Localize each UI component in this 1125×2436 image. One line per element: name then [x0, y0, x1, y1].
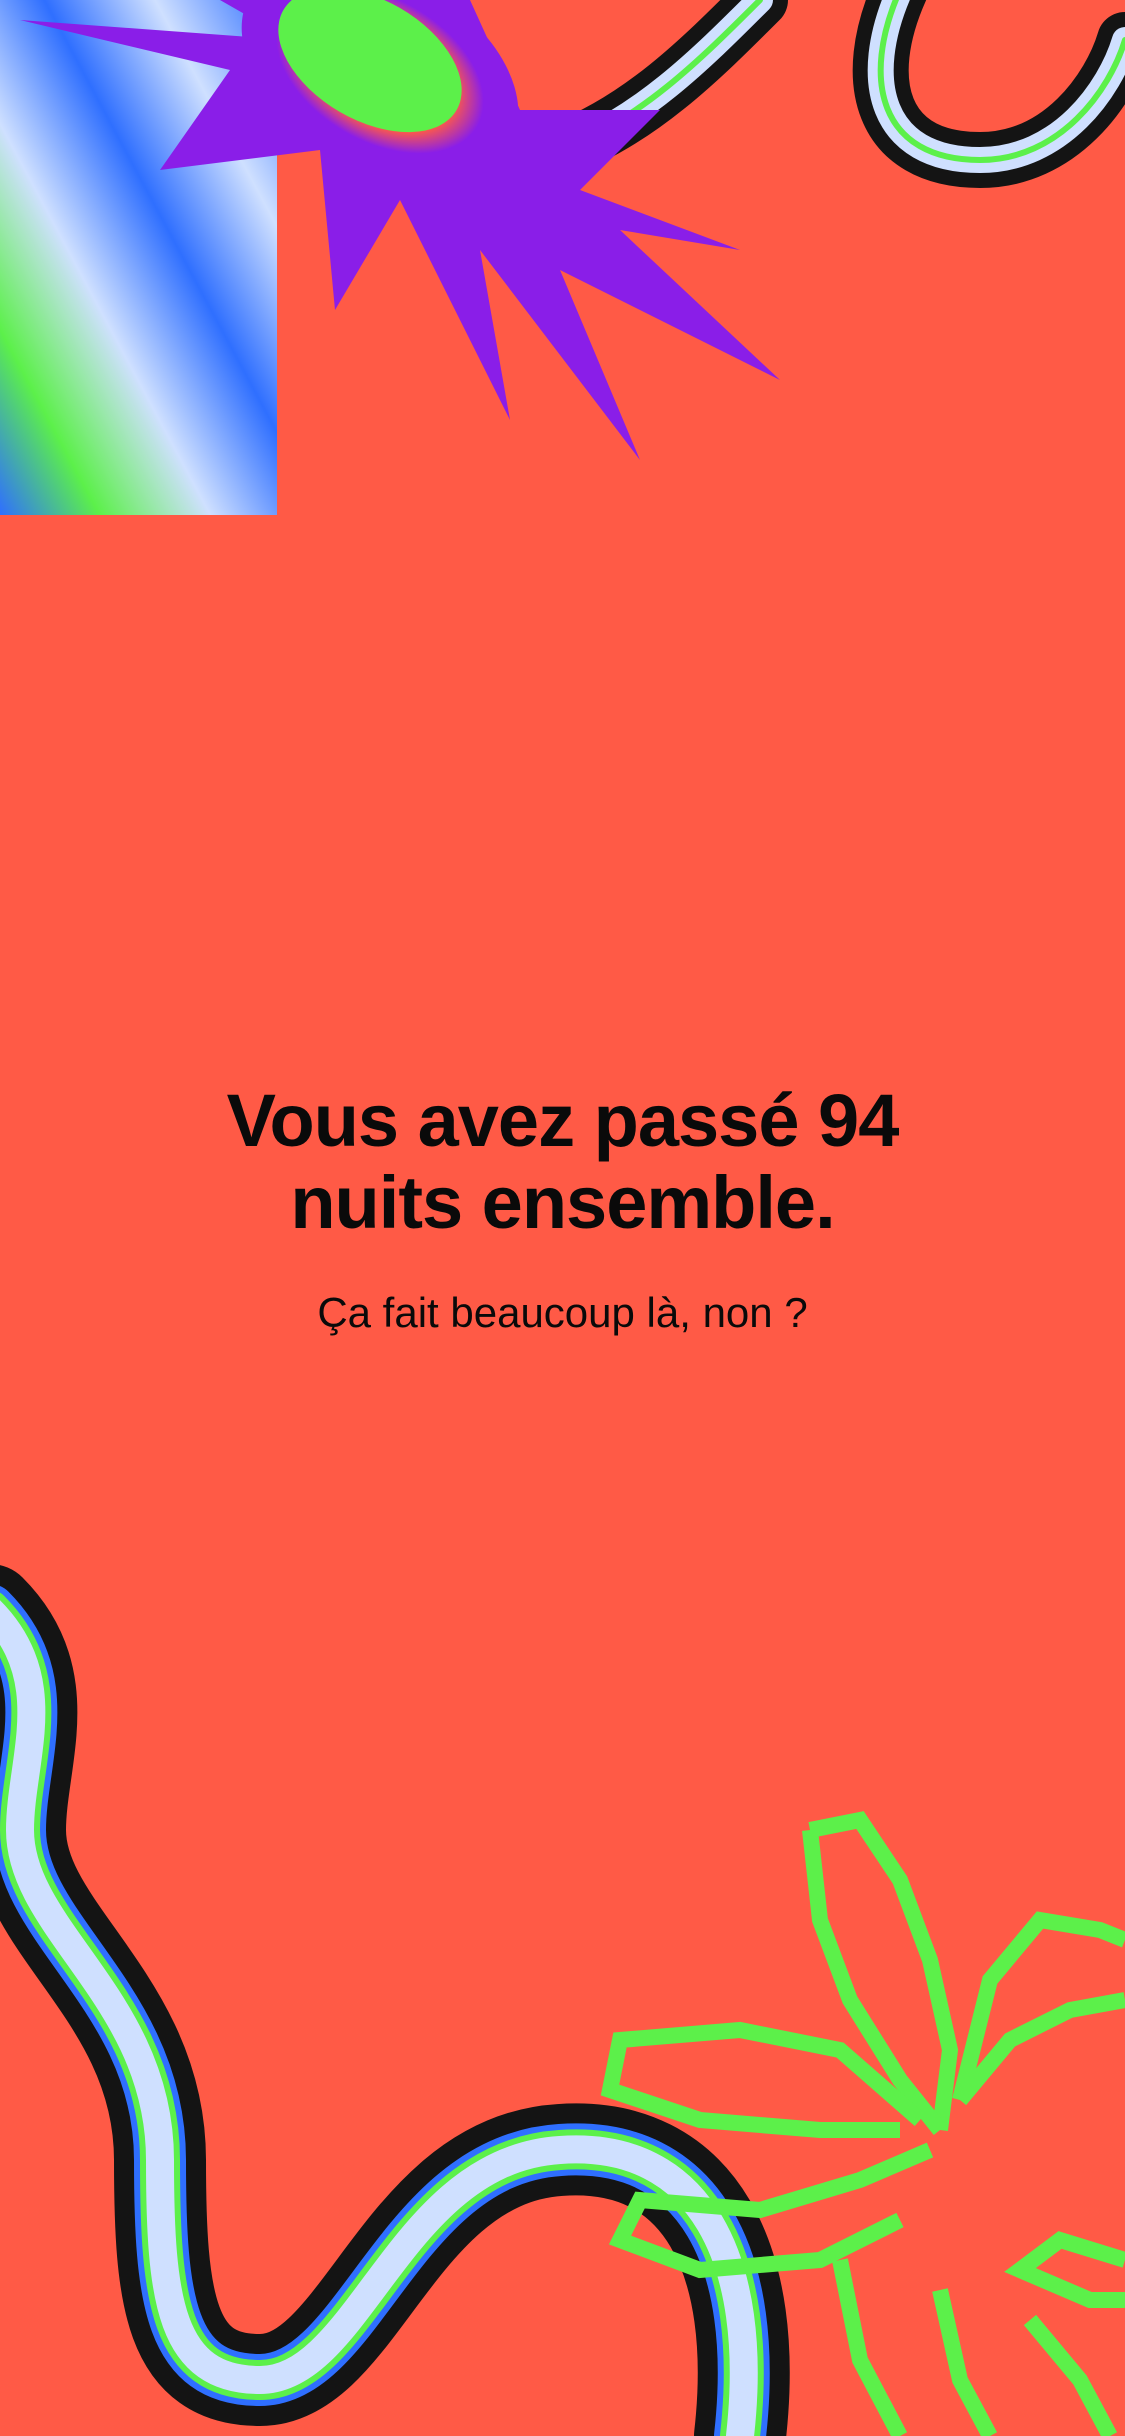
story-headline: Vous avez passé 94 nuits ensemble. — [226, 1079, 900, 1244]
story-subline: Ça fait beaucoup là, non ? — [317, 1289, 808, 1336]
story-screen: { "story": { "headline": "Vous avez pass… — [0, 0, 1125, 2436]
wavy-ribbon-art — [0, 1565, 790, 2436]
pixel-flower-art — [600, 1811, 1125, 2436]
wavy-ribbon-top — [532, 0, 1125, 189]
story-text-block: Vous avez passé 94 nuits ensemble. Ça fa… — [0, 1080, 1125, 1338]
